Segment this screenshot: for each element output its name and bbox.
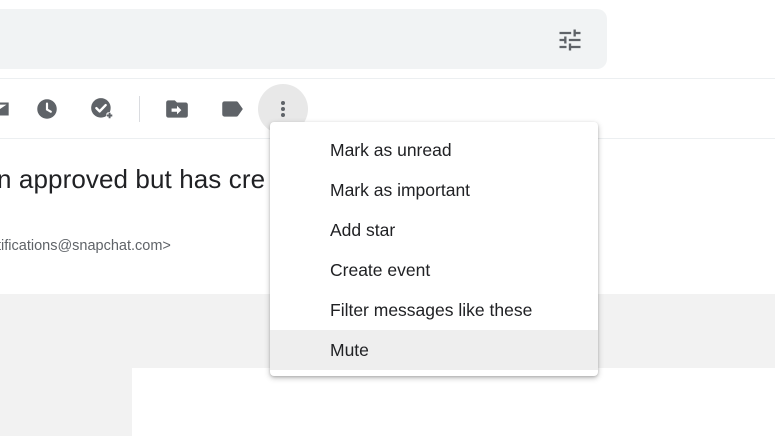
menu-item-mark-as-unread[interactable]: Mark as unread	[270, 130, 598, 170]
toolbar-separator	[139, 96, 140, 122]
gmail-message-view: n approved but has cre tifications@snapc…	[0, 0, 775, 436]
tune-icon	[559, 29, 581, 51]
menu-item-filter-messages[interactable]: Filter messages like these	[270, 290, 598, 330]
snooze-button[interactable]	[34, 96, 60, 122]
menu-item-add-star[interactable]: Add star	[270, 210, 598, 250]
menu-item-mark-as-important[interactable]: Mark as important	[270, 170, 598, 210]
more-options-menu: Mark as unread Mark as important Add sta…	[270, 122, 598, 376]
message-subject: n approved but has cre	[0, 164, 266, 194]
mark-unread-icon	[0, 102, 9, 116]
menu-item-create-event[interactable]: Create event	[270, 250, 598, 290]
search-options-button[interactable]	[556, 26, 584, 54]
label-button[interactable]	[219, 96, 245, 122]
header-divider	[0, 78, 775, 79]
snooze-icon	[37, 99, 57, 119]
add-to-tasks-icon	[91, 98, 113, 119]
move-to-button[interactable]	[164, 96, 190, 122]
more-vert-icon	[281, 101, 285, 117]
search-bar[interactable]	[0, 9, 607, 69]
menu-item-mute[interactable]: Mute	[270, 330, 598, 370]
label-icon	[222, 101, 243, 117]
sender-email: tifications@snapchat.com>	[0, 238, 171, 254]
message-body-content	[132, 368, 775, 436]
move-to-icon	[166, 100, 188, 118]
add-to-tasks-button[interactable]	[89, 96, 115, 122]
mark-unread-button[interactable]	[0, 96, 13, 122]
